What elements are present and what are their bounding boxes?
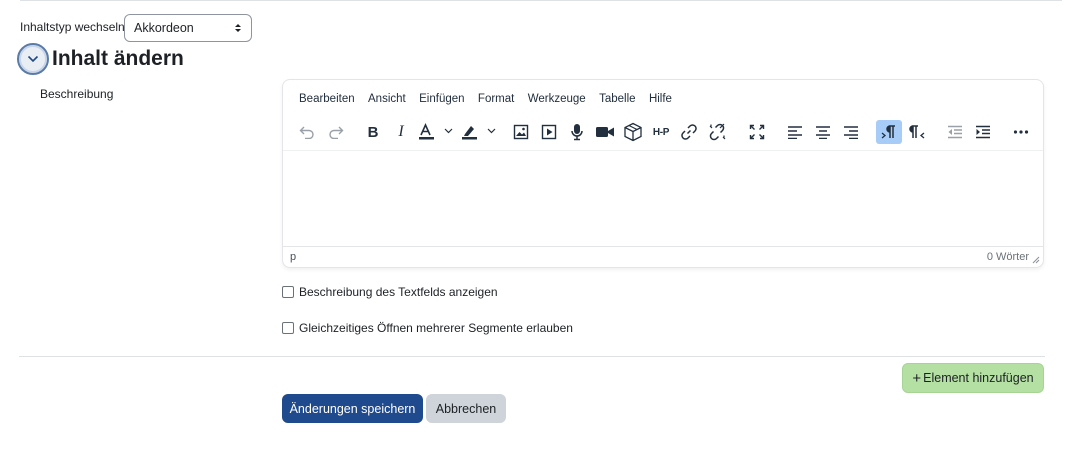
rtl-button[interactable] (904, 120, 930, 144)
show-description-label: Beschreibung des Textfelds anzeigen (299, 285, 498, 299)
add-element-button[interactable]: + Element hinzufügen (902, 363, 1044, 393)
editor-menubar: Bearbeiten Ansicht Einfügen Format Werkz… (299, 93, 685, 105)
outdent-button[interactable] (942, 120, 968, 144)
indent-icon (976, 125, 990, 139)
menu-edit[interactable]: Bearbeiten (299, 93, 355, 105)
rich-text-editor: Bearbeiten Ansicht Einfügen Format Werkz… (282, 79, 1044, 268)
text-color-button[interactable] (416, 120, 456, 144)
align-right-icon (844, 126, 858, 139)
highlight-color-icon (462, 126, 496, 140)
section-divider (19, 356, 1045, 357)
resize-handle-icon[interactable] (1032, 256, 1040, 264)
content-type-label: Inhaltstyp wechseln (20, 20, 125, 34)
plus-icon: + (912, 369, 922, 387)
image-icon (513, 124, 529, 140)
menu-insert[interactable]: Einfügen (419, 93, 464, 105)
chevron-down-icon (27, 55, 39, 63)
collapse-toggle[interactable] (17, 43, 49, 75)
image-button[interactable] (508, 120, 534, 144)
record-audio-button[interactable] (564, 120, 590, 144)
section-title: Inhalt ändern (52, 47, 184, 70)
unlink-icon (709, 123, 726, 141)
highlight-color-button[interactable] (459, 120, 499, 144)
3d-model-button[interactable] (620, 120, 646, 144)
rtl-icon (909, 125, 925, 139)
content-type-selected: Akkordeon (134, 21, 194, 35)
align-left-icon (788, 126, 802, 139)
show-description-checkbox[interactable] (282, 286, 294, 298)
menu-view[interactable]: Ansicht (368, 93, 406, 105)
fullscreen-icon (749, 124, 765, 140)
add-element-label: Element hinzufügen (923, 371, 1034, 385)
allow-multiple-label: Gleichzeitiges Öffnen mehrerer Segmente … (299, 321, 573, 335)
align-left-button[interactable] (782, 120, 808, 144)
more-icon (1013, 130, 1029, 134)
align-right-button[interactable] (838, 120, 864, 144)
allow-multiple-option[interactable]: Gleichzeitiges Öffnen mehrerer Segmente … (282, 321, 573, 335)
outdent-icon (948, 125, 962, 139)
align-center-button[interactable] (810, 120, 836, 144)
record-video-button[interactable] (592, 120, 618, 144)
show-description-option[interactable]: Beschreibung des Textfelds anzeigen (282, 285, 498, 299)
undo-icon (299, 126, 314, 139)
h5p-icon: H-P (652, 126, 670, 138)
italic-icon: I (398, 123, 404, 140)
menu-tools[interactable]: Werkzeuge (528, 93, 586, 105)
undo-button[interactable] (294, 120, 320, 144)
editor-content-area[interactable] (283, 150, 1043, 247)
top-divider (20, 0, 1062, 1)
indent-button[interactable] (970, 120, 996, 144)
ltr-icon (881, 125, 895, 139)
menu-format[interactable]: Format (478, 93, 514, 105)
ltr-button[interactable] (876, 120, 902, 144)
content-type-select[interactable]: Akkordeon (124, 14, 252, 42)
h5p-button[interactable]: H-P (648, 120, 674, 144)
fullscreen-button[interactable] (744, 120, 770, 144)
link-icon (681, 124, 697, 140)
unlink-button[interactable] (704, 120, 730, 144)
record-audio-icon (571, 124, 583, 141)
redo-icon (329, 126, 344, 139)
record-video-icon (596, 127, 614, 137)
bold-button[interactable]: B (360, 120, 386, 144)
save-button[interactable]: Änderungen speichern (282, 394, 423, 423)
menu-help[interactable]: Hilfe (649, 93, 672, 105)
editor-statusbar: p 0 Wörter (283, 246, 1043, 267)
word-count[interactable]: 0 Wörter (987, 251, 1029, 263)
element-path[interactable]: p (290, 251, 296, 263)
select-caret-icon (235, 24, 241, 32)
menu-table[interactable]: Tabelle (599, 93, 635, 105)
cancel-button[interactable]: Abbrechen (426, 394, 506, 423)
text-color-icon (419, 123, 453, 140)
description-label: Beschreibung (40, 87, 114, 101)
bold-icon: B (367, 123, 379, 141)
media-button[interactable] (536, 120, 562, 144)
media-icon (541, 124, 557, 140)
redo-button[interactable] (323, 120, 349, 144)
more-button[interactable] (1008, 120, 1034, 144)
italic-button[interactable]: I (388, 120, 414, 144)
allow-multiple-checkbox[interactable] (282, 322, 294, 334)
align-center-icon (816, 126, 830, 139)
link-button[interactable] (676, 120, 702, 144)
editor-toolbar: B I H-P (283, 118, 1043, 148)
3d-box-icon (624, 122, 642, 142)
